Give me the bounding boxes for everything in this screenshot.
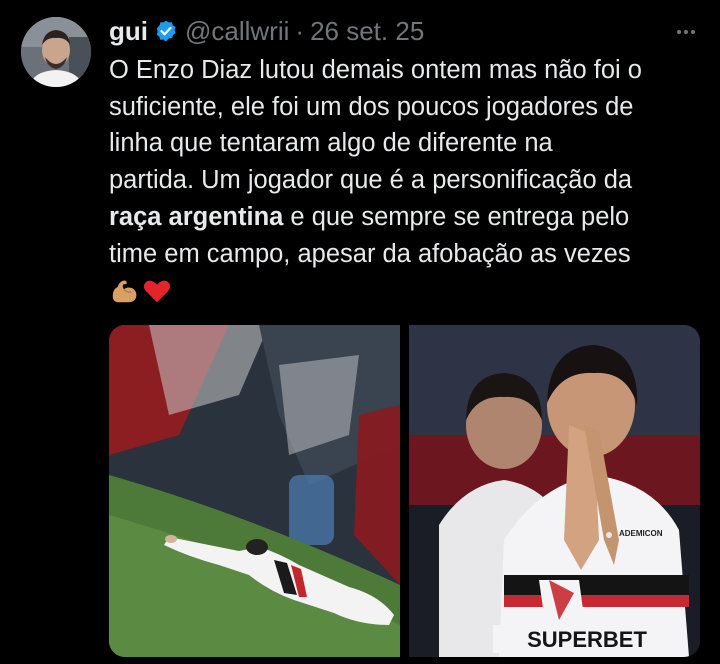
player-praying-image: SUPERBET ADEMICON — [409, 325, 700, 657]
tweet-text: O Enzo Diaz lutou demais ontem mas não f… — [109, 52, 709, 309]
tweet-header: gui @callwrii · 26 set. 25 — [109, 14, 424, 48]
tweet-date[interactable]: 26 set. 25 — [310, 16, 424, 47]
tweet[interactable]: gui @callwrii · 26 set. 25 O Enzo Diaz l… — [0, 0, 720, 664]
sponsor-text: SUPERBET — [527, 627, 647, 652]
tweet-text-line-5: raça argentina e que sempre se entrega p… — [109, 199, 709, 236]
media-grid: SUPERBET ADEMICON — [109, 325, 700, 657]
tweet-text-line-5-rest: e que sempre se entrega pelo — [283, 202, 630, 231]
sleeve-badge-text: ADEMICON — [619, 529, 663, 538]
tweet-text-line-3: linha que tentaram algo de diferente na — [109, 129, 553, 158]
emoji-line — [109, 272, 709, 309]
player-on-grass-image — [109, 325, 400, 657]
verified-badge-icon — [154, 19, 178, 43]
media-photo-2[interactable]: SUPERBET ADEMICON — [409, 325, 700, 657]
tweet-text-line-4: partida. Um jogador que é a personificaç… — [109, 166, 633, 195]
header-separator: · — [295, 15, 305, 46]
tweet-text-line-6: time em campo, apesar da afobação as vez… — [109, 239, 631, 268]
tweet-text-line-2: suficiente, ele foi um dos poucos jogado… — [109, 92, 634, 121]
flexed-biceps-emoji-icon — [109, 276, 139, 306]
tweet-text-line-1: O Enzo Diaz lutou demais ontem mas não f… — [109, 56, 642, 84]
media-photo-1[interactable] — [109, 325, 400, 657]
red-heart-emoji-icon — [142, 276, 172, 306]
avatar[interactable] — [21, 17, 91, 87]
bold-phrase: raça argentina — [109, 202, 284, 231]
author-handle[interactable]: @callwrii — [185, 16, 289, 47]
more-options-icon[interactable] — [672, 18, 700, 46]
author-name[interactable]: gui — [109, 16, 148, 47]
